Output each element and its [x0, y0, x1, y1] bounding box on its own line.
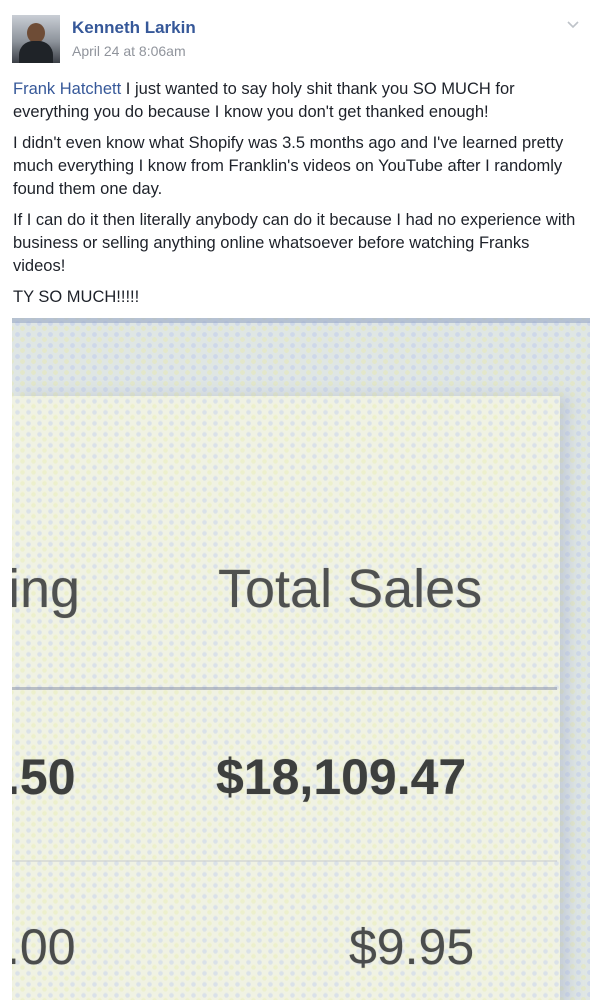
post-paragraph-2: I didn't even know what Shopify was 3.5 …: [13, 134, 564, 198]
post-header: Kenneth Larkin April 24 at 8:06am: [12, 12, 583, 63]
avatar-body-shape: [19, 41, 53, 63]
post-paragraph-3: If I can do it then literally anybody ca…: [13, 211, 576, 275]
post-photo[interactable]: ing Total Sales .50 $18,109.47 .00 $9.95: [12, 318, 590, 1000]
author-name[interactable]: Kenneth Larkin: [72, 18, 196, 38]
photo-row2-left-value: .00: [12, 919, 76, 975]
photo-table-divider: [12, 687, 557, 690]
post-message: Frank Hatchett I just wanted to say holy…: [13, 78, 583, 317]
avatar-head-shape: [27, 23, 45, 43]
author-avatar[interactable]: [12, 15, 60, 63]
photo-row1-total-sales: $18,109.47: [216, 749, 467, 805]
chevron-down-icon[interactable]: [565, 16, 581, 32]
photo-top-strip: [12, 318, 590, 323]
post-timestamp[interactable]: April 24 at 8:06am: [72, 43, 186, 59]
facebook-post: Kenneth Larkin April 24 at 8:06am Frank …: [0, 0, 595, 1000]
photo-column-header-total-sales: Total Sales: [218, 559, 483, 619]
photo-column-header-left: ing: [12, 559, 81, 619]
mention-link[interactable]: Frank Hatchett: [13, 80, 121, 98]
post-paragraph-1: Frank Hatchett I just wanted to say holy…: [13, 78, 583, 124]
photo-row1-left-value: .50: [12, 749, 76, 805]
photo-screen-sheet: [12, 396, 560, 1000]
photo-table-divider-2: [12, 860, 557, 862]
photo-row2-total-sales: $9.95: [349, 919, 475, 975]
post-paragraph-4: TY SO MUCH!!!!!: [13, 288, 140, 306]
